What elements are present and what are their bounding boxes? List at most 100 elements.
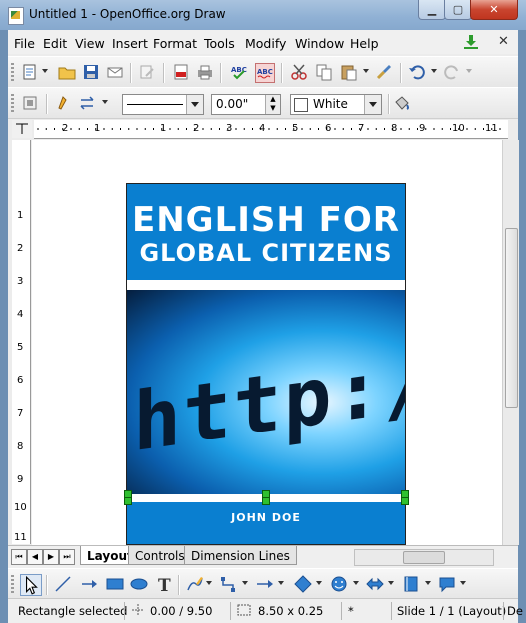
area-color-value: White [313,97,348,111]
paste-dropdown-icon[interactable] [363,69,369,73]
callouts-dropdown-icon[interactable] [460,581,466,585]
email-icon[interactable] [106,63,124,81]
basic-shapes-dropdown-icon[interactable] [316,581,322,585]
spellcheck-icon[interactable]: ABC [230,63,248,81]
menu-insert[interactable]: Insert [112,36,148,51]
connector-tool-icon[interactable] [220,575,238,593]
copy-icon[interactable] [315,63,333,81]
vertical-scrollbar[interactable] [502,140,519,545]
ellipse-tool-icon[interactable] [130,575,148,593]
update-download-icon[interactable] [463,34,479,50]
last-tab-button[interactable]: ⏭ [59,549,75,565]
text-tool-icon[interactable]: T [156,575,174,593]
paste-icon[interactable] [340,63,358,81]
line-width-field[interactable]: 0.00" ▲ ▼ [211,94,281,115]
menu-view[interactable]: View [75,36,105,51]
spin-button[interactable]: ▲ ▼ [265,95,280,114]
vertical-ruler[interactable]: 1 2 3 4 5 6 7 8 9 10 11 [12,140,31,544]
horizontal-ruler[interactable]: 2 1 1 2 3 4 5 6 7 8 9 10 11 [34,120,508,139]
menu-edit[interactable]: Edit [43,36,67,51]
flowchart-dropdown-icon[interactable] [425,581,431,585]
toolbar-grip[interactable] [11,63,14,81]
next-tab-button[interactable]: ▶ [43,549,59,565]
scroll-thumb[interactable] [403,551,445,564]
toolbar-grip[interactable] [11,94,14,112]
menu-file[interactable]: File [14,36,35,51]
selection-handle[interactable] [262,497,270,505]
basic-shapes-icon[interactable] [294,575,312,593]
connector-dropdown-icon[interactable] [242,581,248,585]
undo-icon[interactable] [408,63,426,81]
undo-dropdown-icon[interactable] [431,69,437,73]
ruler-label: 3 [226,123,233,134]
prev-tab-button[interactable]: ◀ [27,549,43,565]
menu-help[interactable]: Help [350,36,379,51]
autospellcheck-icon[interactable]: ABC [255,63,275,83]
menu-modify[interactable]: Modify [245,36,286,51]
cover-title-line-2[interactable]: GLOBAL CITIZENS [127,239,405,267]
clone-formatting-icon[interactable] [375,63,393,81]
curve-tool-icon[interactable] [186,575,204,593]
scroll-thumb[interactable] [505,228,518,408]
book-cover[interactable]: ENGLISH FOR GLOBAL CITIZENS http://w JOH… [124,183,409,545]
lines-arrows-tool-icon[interactable] [256,575,274,593]
ruler-label: 1 [17,210,24,221]
toolbar-grip[interactable] [11,575,14,593]
drawing-toolbar: T [8,568,518,599]
cover-title-line-1[interactable]: ENGLISH FOR [127,200,405,240]
horizontal-scrollbar[interactable] [354,549,494,566]
selection-handle[interactable] [124,497,132,505]
drawing-canvas[interactable]: ENGLISH FOR GLOBAL CITIZENS http://w JOH… [32,140,505,545]
tab-dimension-lines[interactable]: Dimension Lines [184,546,297,565]
redo-icon[interactable] [443,63,461,81]
block-arrows-icon[interactable] [366,575,384,593]
selection-handle[interactable] [401,497,409,505]
maximize-button[interactable]: ▢ [444,0,472,20]
symbol-shapes-dropdown-icon[interactable] [353,581,359,585]
export-pdf-icon[interactable] [172,63,190,81]
redo-dropdown-icon[interactable] [466,69,472,73]
status-modified[interactable]: * [348,604,354,618]
first-tab-button[interactable]: ⏮ [11,549,27,565]
chevron-down-icon[interactable] [186,95,203,114]
ruler-label: 9 [17,474,24,485]
line-style-select[interactable] [122,94,204,115]
menu-format[interactable]: Format [153,36,197,51]
ruler-label: 4 [17,309,24,320]
cover-author[interactable]: JOHN DOE [127,511,405,524]
shadow-fill-icon[interactable] [393,94,411,112]
chevron-down-icon[interactable] [364,95,381,114]
window-title: Untitled 1 - OpenOffice.org Draw [29,7,226,21]
minimize-button[interactable]: ▁ [418,0,446,20]
menu-tools[interactable]: Tools [204,36,235,51]
print-icon[interactable] [196,63,214,81]
menu-window[interactable]: Window [295,36,344,51]
styles-icon[interactable] [21,94,39,112]
lines-arrows-dropdown-icon[interactable] [278,581,284,585]
open-folder-icon[interactable] [58,63,76,81]
flowchart-icon[interactable] [402,575,420,593]
callouts-icon[interactable] [438,575,456,593]
close-button[interactable]: ✕ [470,0,518,20]
rectangle-tool-icon[interactable] [106,575,124,593]
symbol-shapes-icon[interactable] [330,575,348,593]
line-icon[interactable] [55,94,73,112]
ruler-label: 1 [94,123,101,134]
arrow-style-icon[interactable] [79,94,97,112]
block-arrows-dropdown-icon[interactable] [388,581,394,585]
cover-image[interactable]: http://w [127,290,405,494]
svg-text:ABC: ABC [231,66,247,74]
new-dropdown-icon[interactable] [42,69,48,73]
save-icon[interactable] [82,63,100,81]
close-document-icon[interactable]: ✕ [498,34,509,49]
select-pointer-icon[interactable] [20,574,42,596]
area-color-select[interactable]: White [290,94,382,115]
curve-dropdown-icon[interactable] [206,581,212,585]
edit-file-icon[interactable] [138,63,156,81]
line-tool-icon[interactable] [54,575,72,593]
tab-controls[interactable]: Controls [128,546,192,565]
line-arrow-tool-icon[interactable] [80,575,98,593]
arrow-style-dropdown-icon[interactable] [102,100,108,104]
new-document-icon[interactable] [21,63,39,81]
cut-icon[interactable] [290,63,308,81]
